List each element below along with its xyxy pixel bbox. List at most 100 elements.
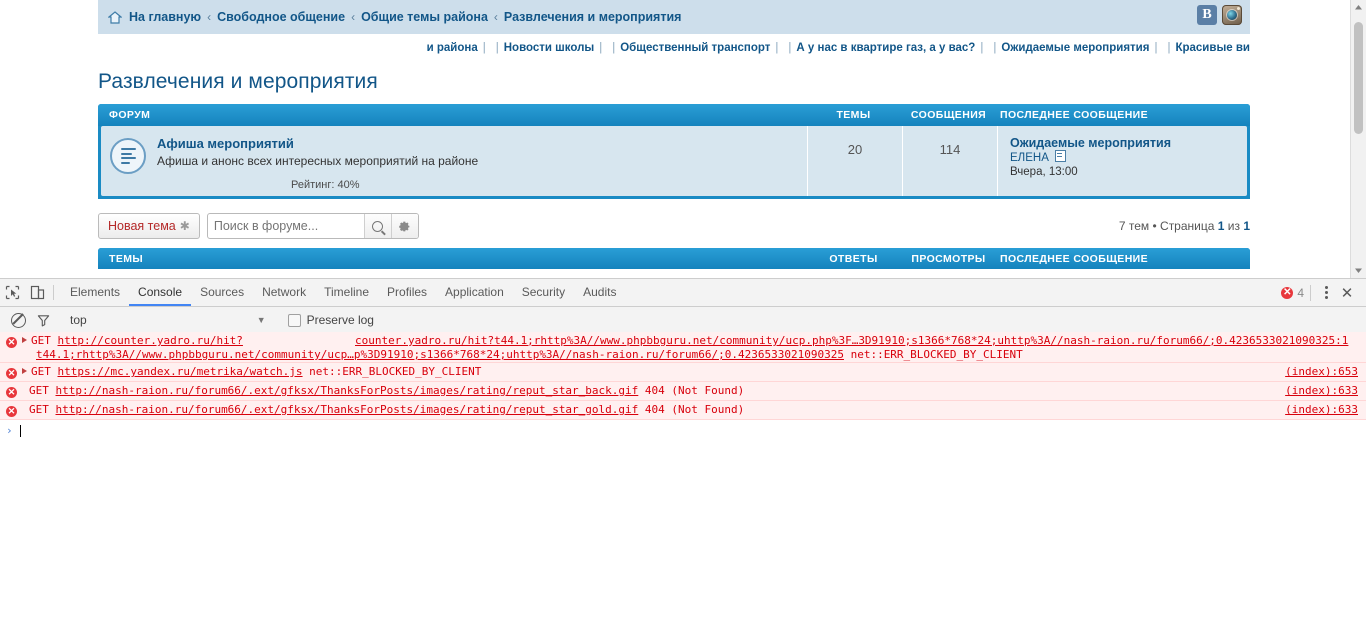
console-message[interactable]: ✕ GET http://nash-raion.ru/forum66/.ext/g…	[0, 382, 1366, 401]
error-icon: ✕	[6, 337, 17, 348]
breadcrumb-item-district-topics[interactable]: Общие темы района	[361, 10, 488, 24]
breadcrumb: На главную ‹ Свободное общение ‹ Общие т…	[98, 0, 1250, 34]
forum-topics-count: 20	[807, 126, 902, 196]
forum-row-main: Афиша мероприятий Афиша и анонс всех инт…	[101, 126, 807, 196]
nav-separator: |	[1154, 42, 1158, 54]
request-method: GET	[29, 403, 56, 416]
column-header-answers: ОТВЕТЫ	[829, 252, 878, 265]
devtools-toolbar-right: ✕ 4 ✕	[1281, 283, 1366, 303]
text-cursor	[19, 424, 21, 437]
inspect-element-icon[interactable]	[0, 280, 25, 305]
message-source-link[interactable]: (index):653	[1285, 365, 1358, 378]
console-message[interactable]: ✕ GET https://mc.yandex.ru/metrika/watch.…	[0, 363, 1366, 382]
request-method: GET	[29, 384, 56, 397]
message-source-link[interactable]: (index):633	[1285, 403, 1358, 416]
forum-rating: Рейтинг: 40%	[291, 179, 360, 191]
search-input[interactable]	[207, 215, 364, 237]
forum-last-post: Ожидаемые мероприятия ЕЛЕНА Вчера, 13:00	[997, 126, 1247, 196]
nav-link-partial[interactable]: и района	[427, 42, 478, 54]
tab-application[interactable]: Application	[436, 279, 513, 306]
tab-console[interactable]: Console	[129, 279, 192, 306]
page-title: Развлечения и мероприятия	[98, 70, 378, 93]
search-settings-button[interactable]	[390, 214, 418, 238]
request-method: GET	[31, 365, 58, 378]
chevron-down-icon[interactable]: ▼	[257, 315, 266, 325]
column-header-topics: ТЕМЫ	[836, 109, 871, 121]
request-url-continued[interactable]: t44.1;rhttp%3A//www.phpbbguru.net/commun…	[36, 348, 844, 361]
request-url[interactable]: http://nash-raion.ru/forum66/.ext/gfksx/…	[56, 384, 639, 397]
preserve-log-toggle[interactable]: Preserve log	[287, 313, 374, 327]
console-message[interactable]: ✕ GET http://nash-raion.ru/forum66/.ext/g…	[0, 401, 1366, 420]
instagram-icon[interactable]	[1222, 5, 1242, 25]
request-status: 404 (Not Found)	[638, 384, 745, 397]
expand-arrow-icon[interactable]	[22, 337, 27, 343]
filter-button[interactable]	[31, 308, 56, 333]
forum-title-link[interactable]: Афиша мероприятий	[157, 136, 478, 151]
tab-security[interactable]: Security	[513, 279, 574, 306]
forum-toolbar: Новая тема ✱ 7 тем • Страница 1 из 1	[98, 213, 1250, 239]
nav-link-expected-events[interactable]: Ожидаемые мероприятия	[1001, 42, 1149, 54]
last-post-author[interactable]: ЕЛЕНА	[1010, 152, 1049, 164]
error-count-badge[interactable]: ✕ 4	[1281, 284, 1311, 301]
preserve-log-checkbox[interactable]	[287, 313, 301, 327]
clear-console-button[interactable]	[6, 308, 31, 333]
nav-separator: |	[599, 42, 603, 54]
message-source-link[interactable]: (index):633	[1285, 384, 1358, 397]
error-count: 4	[1297, 285, 1304, 300]
vk-icon[interactable]: B	[1197, 5, 1217, 25]
console-prompt[interactable]: ›	[0, 420, 1366, 437]
devtools-tabs: Elements Console Sources Network Timelin…	[61, 279, 625, 306]
tab-profiles[interactable]: Profiles	[378, 279, 436, 306]
scroll-up-arrow[interactable]	[1351, 0, 1366, 15]
execution-context-selector[interactable]: top	[70, 313, 87, 327]
prompt-chevron-icon: ›	[6, 424, 13, 437]
tab-sources[interactable]: Sources	[191, 279, 253, 306]
pagination-info: 7 тем • Страница 1 из 1	[1119, 219, 1250, 233]
tab-network[interactable]: Network	[253, 279, 315, 306]
jump-to-post-icon[interactable]	[1055, 150, 1067, 162]
column-header-forum: ФОРУМ	[109, 109, 151, 121]
nav-link-beautiful-views[interactable]: Красивые ви	[1175, 42, 1250, 54]
home-icon	[108, 10, 122, 24]
request-url-full[interactable]: counter.yadro.ru/hit?t44.1;rhttp%3A//www…	[355, 334, 1348, 347]
expand-arrow-icon[interactable]	[22, 368, 27, 374]
last-post-date: Вчера, 13:00	[1010, 166, 1078, 178]
scroll-down-arrow[interactable]	[1351, 263, 1366, 278]
request-url[interactable]: http://nash-raion.ru/forum66/.ext/gfksx/…	[56, 403, 639, 416]
filter-icon	[37, 314, 50, 326]
breadcrumb-item-entertainment[interactable]: Развлечения и мероприятия	[504, 10, 682, 24]
devtools-menu-icon[interactable]	[1317, 284, 1335, 302]
toggle-device-toolbar-icon[interactable]	[25, 280, 50, 305]
breadcrumb-item-home[interactable]: На главную	[129, 10, 201, 24]
search-button[interactable]	[363, 214, 391, 238]
request-status: net::ERR_BLOCKED_BY_CLIENT	[843, 348, 1023, 361]
console-filterbar: top ▼ Preserve log	[0, 307, 1366, 334]
nav-link-gas[interactable]: А у нас в квартире газ, а у вас?	[796, 42, 975, 54]
console-output[interactable]: ✕ GET http://counter.yadro.ru/hit? counte…	[0, 332, 1366, 639]
tab-elements[interactable]: Elements	[61, 279, 129, 306]
topics-table-header: ТЕМЫ ОТВЕТЫ ПРОСМОТРЫ ПОСЛЕДНЕЕ СООБЩЕНИ…	[98, 248, 1250, 269]
forum-row: Афиша мероприятий Афиша и анонс всех инт…	[101, 126, 1247, 196]
nav-link-public-transport[interactable]: Общественный транспорт	[620, 42, 770, 54]
nav-separator: |	[993, 42, 997, 54]
page-scrollbar[interactable]	[1350, 0, 1366, 278]
new-topic-button[interactable]: Новая тема ✱	[98, 213, 200, 239]
nav-link-school-news[interactable]: Новости школы	[504, 42, 594, 54]
pagination-total-pages: 1	[1243, 219, 1250, 233]
request-status: 404 (Not Found)	[638, 403, 745, 416]
breadcrumb-item-free-talk[interactable]: Свободное общение	[217, 10, 345, 24]
error-icon: ✕	[6, 406, 17, 417]
request-url[interactable]: http://counter.yadro.ru/hit?	[58, 334, 243, 347]
close-icon[interactable]: ✕	[1337, 283, 1357, 303]
request-url[interactable]: https://mc.yandex.ru/metrika/watch.js	[58, 365, 303, 378]
tab-timeline[interactable]: Timeline	[315, 279, 378, 306]
nav-separator: |	[612, 42, 616, 54]
last-post-title-link[interactable]: Ожидаемые мероприятия	[1010, 136, 1171, 150]
console-message[interactable]: ✕ GET http://counter.yadro.ru/hit? counte…	[0, 332, 1366, 363]
scrollbar-thumb[interactable]	[1354, 22, 1363, 134]
error-icon: ✕	[6, 368, 17, 379]
tab-audits[interactable]: Audits	[574, 279, 625, 306]
web-page: На главную ‹ Свободное общение ‹ Общие т…	[0, 0, 1366, 278]
column-header-views: ПРОСМОТРЫ	[911, 252, 986, 265]
pagination-mid: из	[1224, 219, 1244, 233]
